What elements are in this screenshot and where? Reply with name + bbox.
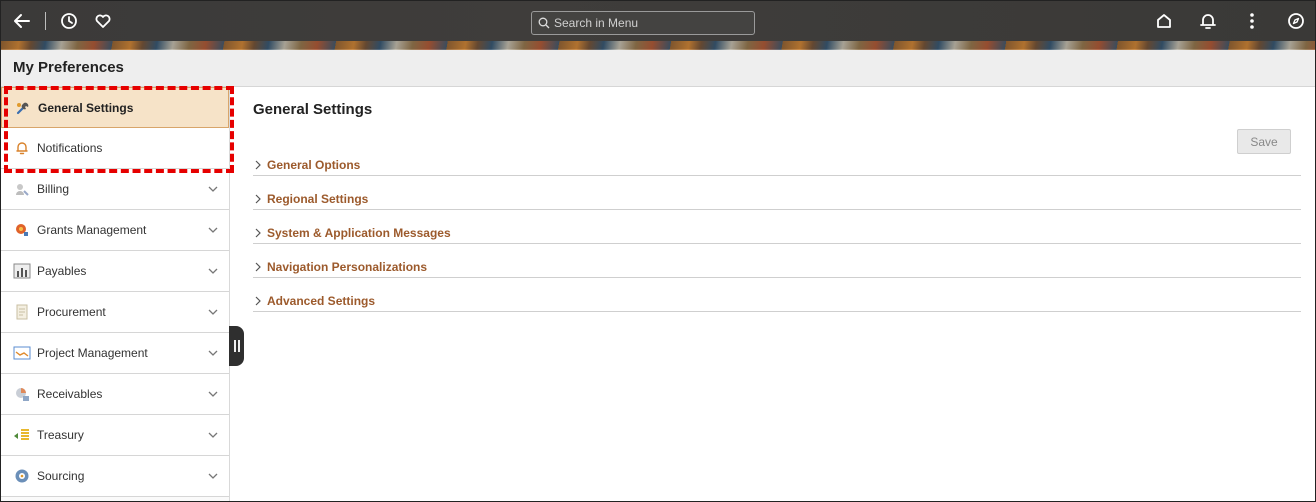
sidebar-item-label: Treasury (37, 428, 84, 442)
sidebar-item-label: Payables (37, 264, 87, 278)
chevron-down-icon (208, 227, 218, 233)
section-navigation-personalizations[interactable]: Navigation Personalizations (253, 256, 1301, 278)
page-title: My Preferences (13, 59, 124, 76)
sidebar-collapse-handle[interactable] (229, 326, 244, 366)
section-label: General Options (267, 157, 361, 172)
sidebar-item-payables[interactable]: Payables (1, 251, 229, 292)
home-icon[interactable] (1153, 10, 1175, 32)
section-label: System & Application Messages (267, 225, 451, 240)
chevron-right-icon (255, 228, 261, 237)
sidebar-item-label: General Settings (38, 100, 134, 115)
banner-divider (45, 12, 46, 30)
notifications-bell-icon[interactable] (1197, 10, 1219, 32)
chevron-right-icon (255, 160, 261, 169)
chevron-right-icon (255, 262, 261, 271)
project-icon (13, 344, 31, 362)
back-arrow-icon[interactable] (11, 10, 33, 32)
search-icon (538, 17, 550, 29)
sidebar-item-label: Receivables (37, 387, 103, 401)
sidebar-item-treasury[interactable]: Treasury (1, 415, 229, 456)
search-box[interactable] (531, 11, 755, 35)
section-regional-settings[interactable]: Regional Settings (253, 188, 1301, 210)
sidebar-item-general-settings[interactable]: General Settings (1, 87, 229, 128)
sidebar-item-label: Billing (37, 182, 70, 196)
sidebar-item-procurement[interactable]: Procurement (1, 292, 229, 333)
sidebar-item-label: Procurement (37, 305, 106, 319)
chevron-down-icon (208, 473, 218, 479)
chevron-down-icon (208, 350, 218, 356)
sourcing-icon (13, 467, 31, 485)
tools-icon (14, 99, 32, 117)
top-banner (1, 1, 1315, 50)
app-window: My Preferences General Settings Notifica… (0, 0, 1316, 502)
receivables-icon (13, 385, 31, 403)
sidebar-item-sourcing[interactable]: Sourcing (1, 456, 229, 497)
banner-left-actions (11, 7, 114, 35)
sidebar-item-label: Sourcing (37, 469, 85, 483)
chevron-down-icon (208, 309, 218, 315)
section-general-options[interactable]: General Options (253, 154, 1301, 176)
sidebar-item-receivables[interactable]: Receivables (1, 374, 229, 415)
sidebar-item-billing[interactable]: Billing (1, 169, 229, 210)
banner-right-actions (1153, 7, 1307, 35)
page-header: My Preferences (1, 50, 1315, 87)
section-title: General Settings (253, 101, 373, 118)
grants-icon (13, 221, 31, 239)
navigator-compass-icon[interactable] (1285, 10, 1307, 32)
sidebar-item-label: Grants Management (37, 223, 147, 237)
save-button[interactable]: Save (1237, 129, 1291, 154)
sidebar-item-project-management[interactable]: Project Management (1, 333, 229, 374)
banner-pattern (1, 41, 1315, 50)
treasury-icon (13, 426, 31, 444)
section-advanced-settings[interactable]: Advanced Settings (253, 290, 1301, 312)
section-label: Advanced Settings (267, 293, 376, 308)
sidebar-item-grants-management[interactable]: Grants Management (1, 210, 229, 251)
section-label: Regional Settings (267, 191, 369, 206)
sidebar-item-label: Notifications (37, 141, 103, 155)
chevron-down-icon (208, 268, 218, 274)
chevron-down-icon (208, 186, 218, 192)
sidebar: General Settings Notifications Billing G… (1, 87, 230, 501)
sidebar-item-label: Project Management (37, 346, 148, 360)
chevron-right-icon (255, 296, 261, 305)
search-input[interactable] (554, 16, 744, 30)
section-label: Navigation Personalizations (267, 259, 428, 274)
favorites-heart-icon[interactable] (92, 10, 114, 32)
chevron-down-icon (208, 391, 218, 397)
more-actions-icon[interactable] (1241, 10, 1263, 32)
chevron-down-icon (208, 432, 218, 438)
procurement-icon (13, 303, 31, 321)
billing-icon (13, 180, 31, 198)
sidebar-item-notifications[interactable]: Notifications (1, 128, 229, 169)
recent-history-icon[interactable] (58, 10, 80, 32)
bell-icon (13, 139, 31, 157)
payables-icon (13, 262, 31, 280)
section-system-application-messages[interactable]: System & Application Messages (253, 222, 1301, 244)
chevron-right-icon (255, 194, 261, 203)
